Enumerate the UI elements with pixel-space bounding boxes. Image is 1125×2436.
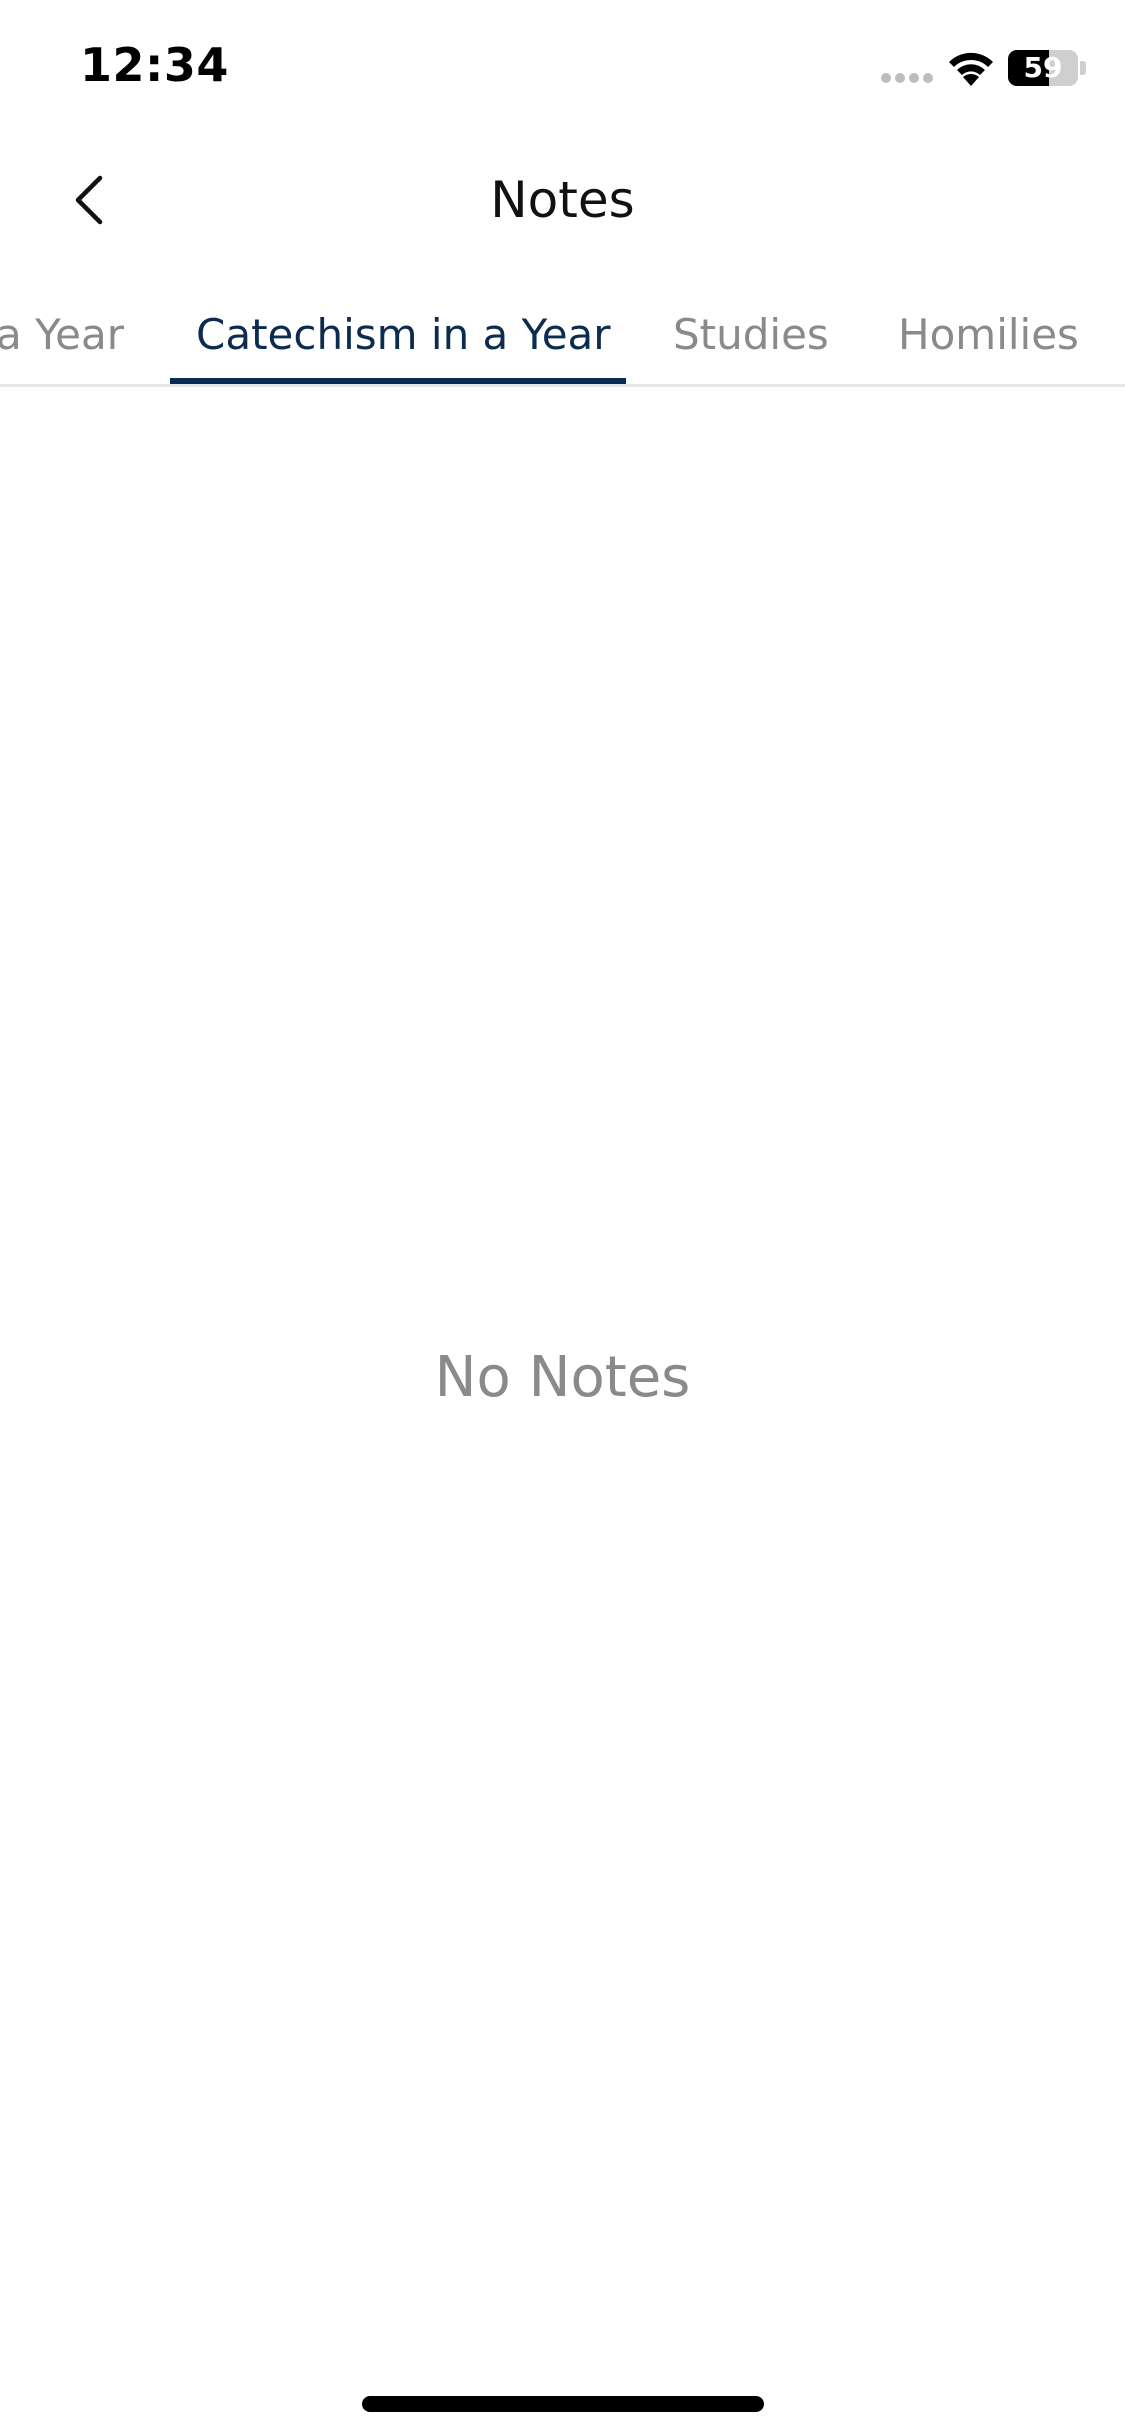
tab-homilies[interactable]: Homilies xyxy=(898,290,1079,384)
tab-bar: a Year Catechism in a Year Studies Homil… xyxy=(0,290,1125,387)
cellular-signal-icon xyxy=(881,73,933,83)
battery-icon: 59 xyxy=(1008,50,1078,86)
battery-cap xyxy=(1080,61,1086,75)
wifi-icon xyxy=(949,52,993,86)
status-bar: 12:34 59 xyxy=(0,0,1125,140)
notes-screen: 12:34 59 Notes a Year Catechism in a Yea… xyxy=(0,0,1125,2436)
tab-studies[interactable]: Studies xyxy=(673,290,829,384)
home-indicator[interactable] xyxy=(362,2396,764,2412)
page-title: Notes xyxy=(490,171,635,229)
back-button[interactable] xyxy=(50,160,130,240)
empty-state-message: No Notes xyxy=(434,1345,691,1410)
active-tab-indicator xyxy=(170,378,626,384)
status-time: 12:34 xyxy=(80,38,229,92)
battery-level: 59 xyxy=(1023,51,1063,84)
navigation-bar: Notes xyxy=(0,140,1125,260)
tab-bible-in-a-year[interactable]: a Year xyxy=(0,290,124,384)
tab-catechism-in-a-year[interactable]: Catechism in a Year xyxy=(196,290,611,384)
chevron-left-icon xyxy=(75,175,103,225)
